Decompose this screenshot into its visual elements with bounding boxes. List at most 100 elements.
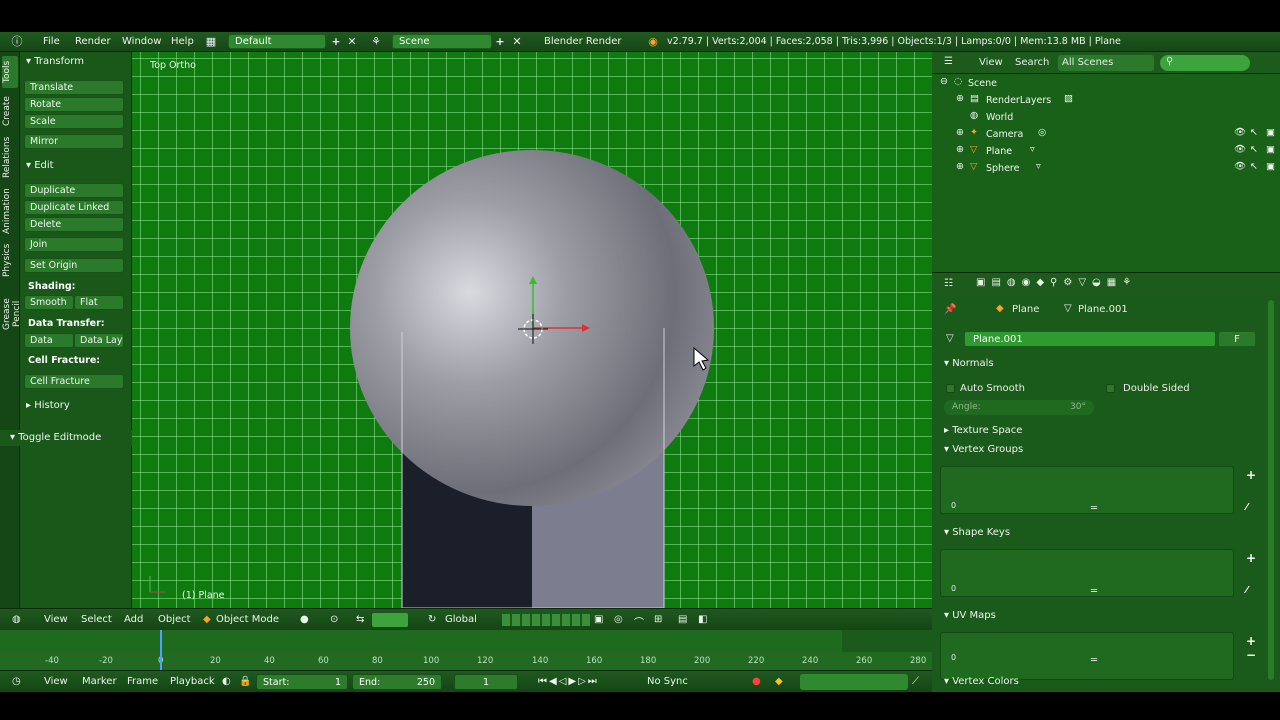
viewport-select-menu[interactable]: Select <box>81 614 112 625</box>
tab-tools[interactable]: Tools <box>2 56 18 88</box>
outliner-search-input[interactable]: ⚲ <box>1160 55 1250 71</box>
uv-maps-list[interactable]: 0 ═ <box>940 632 1234 680</box>
orientation-selector[interactable]: Global <box>445 614 477 625</box>
menu-help[interactable]: Help <box>171 36 194 47</box>
edit-panel-header[interactable]: ▾ Edit <box>26 160 54 171</box>
pin-icon[interactable]: 📌 <box>944 304 956 315</box>
tab-animation[interactable]: Animation <box>2 186 18 236</box>
select-arrow-icon[interactable]: ↖ <box>1250 127 1258 138</box>
expand-icon[interactable]: ⊕ <box>956 144 964 155</box>
toggle-editmode-header[interactable]: ▾ Toggle Editmode <box>10 432 101 443</box>
vertex-groups-list[interactable]: 0 ═ <box>940 466 1234 514</box>
visibility-eye-icon[interactable]: 👁 <box>1234 144 1246 155</box>
timeline-view-menu[interactable]: View <box>44 676 68 687</box>
expand-icon[interactable]: ⊕ <box>956 161 964 172</box>
rotate-button[interactable]: Rotate <box>24 97 124 112</box>
flat-button[interactable]: Flat <box>74 295 124 310</box>
current-frame-field[interactable]: 1 <box>454 674 518 690</box>
outliner-item-camera[interactable]: ⊕ ✦ Camera ◎ 👁 ↖ ▣ <box>932 127 1275 143</box>
outliner-editor-icon[interactable]: ☰ <box>944 56 953 67</box>
rotate-manipulator-icon[interactable]: ↻ <box>428 614 436 625</box>
join-button[interactable]: Join <box>24 237 124 252</box>
shape-keys-panel-header[interactable]: ▾ Shape Keys <box>944 527 1010 538</box>
timeline-marker-menu[interactable]: Marker <box>82 676 117 687</box>
translate-button[interactable]: Translate <box>24 80 124 95</box>
scene-icon[interactable]: ⚘ <box>369 35 383 49</box>
keying-set-icon[interactable]: ◆ <box>775 676 783 687</box>
remove-scene-icon[interactable]: ✕ <box>510 35 524 49</box>
list-resize-handle[interactable]: ═ <box>1091 655 1097 666</box>
start-frame-field[interactable]: Start: 1 <box>256 674 348 690</box>
preview-range-icon[interactable]: ◐ <box>222 676 231 687</box>
outliner-item-plane[interactable]: ⊕ ▽ Plane ▿ 👁 ↖ ▣ <box>932 144 1275 160</box>
duplicate-button[interactable]: Duplicate <box>24 183 124 198</box>
keying-set-selector[interactable] <box>800 674 908 690</box>
visibility-eye-icon[interactable]: 👁 <box>1234 127 1246 138</box>
transform-panel-header[interactable]: ▾ Transform <box>26 56 84 67</box>
select-arrow-icon[interactable]: ↖ <box>1250 144 1258 155</box>
manipulator-buttons[interactable] <box>372 613 408 627</box>
expand-icon[interactable]: ⊕ <box>956 127 964 138</box>
manipulator-toggle-icon[interactable]: ⇆ <box>356 614 364 625</box>
timeline-frame-menu[interactable]: Frame <box>127 676 158 687</box>
timeline-playback-menu[interactable]: Playback <box>170 676 215 687</box>
insert-keyframe-icon[interactable]: ⟋ <box>912 676 919 687</box>
cell-fracture-button[interactable]: Cell Fracture <box>24 374 124 389</box>
auto-smooth-checkbox[interactable] <box>946 384 955 393</box>
menu-window[interactable]: Window <box>122 36 161 47</box>
collapse-icon[interactable]: ⊖ <box>940 76 948 87</box>
shading-mode-icon[interactable]: ● <box>300 614 309 625</box>
vertex-colors-panel-header[interactable]: ▾ Vertex Colors <box>944 676 1019 687</box>
uv-maps-panel-header[interactable]: ▾ UV Maps <box>944 610 996 621</box>
list-resize-handle[interactable]: ═ <box>1091 503 1097 514</box>
menu-render[interactable]: Render <box>75 36 111 47</box>
add-shape-key-icon[interactable]: + <box>1246 551 1256 565</box>
opengl-render-icon[interactable]: ▤ <box>678 614 687 625</box>
display-mode-selector[interactable]: All Scenes <box>1058 55 1154 71</box>
tab-create[interactable]: Create <box>2 94 18 128</box>
data-transfer-button[interactable]: Data <box>24 333 74 348</box>
mode-selector[interactable]: Object Mode <box>216 614 279 625</box>
proportional-edit-icon[interactable]: ◎ <box>614 614 623 625</box>
remove-uv-map-icon[interactable]: − <box>1246 648 1256 662</box>
layer-buttons[interactable] <box>502 614 590 626</box>
render-toggle-icon[interactable]: ▣ <box>1266 161 1275 172</box>
add-vertex-group-icon[interactable]: + <box>1246 468 1256 482</box>
shape-key-specials-icon[interactable]: ⁄ <box>1246 585 1248 596</box>
smooth-button[interactable]: Smooth <box>24 295 74 310</box>
mirror-button[interactable]: Mirror <box>24 134 124 149</box>
expand-icon[interactable]: ⊕ <box>956 93 964 104</box>
screen-layout-icon[interactable]: ▦ <box>204 35 218 49</box>
add-layout-icon[interactable]: + <box>329 35 343 49</box>
timeline-area[interactable]: -40 -20 0 20 40 60 80 100 120 140 160 18… <box>0 630 932 670</box>
auto-keyframe-icon[interactable]: ● <box>752 676 761 687</box>
menu-file[interactable]: File <box>43 36 60 47</box>
outliner-item-renderlayers[interactable]: ⊕ ▤ RenderLayers ▧ <box>932 93 1272 109</box>
lock-icon[interactable]: 🔒 <box>239 676 251 687</box>
visibility-eye-icon[interactable]: 👁 <box>1234 161 1246 172</box>
outliner-search-menu[interactable]: Search <box>1015 57 1049 68</box>
outliner-view-menu[interactable]: View <box>979 57 1003 68</box>
vertex-groups-panel-header[interactable]: ▾ Vertex Groups <box>944 444 1023 455</box>
viewport-view-menu[interactable]: View <box>44 614 68 625</box>
tab-relations[interactable]: Relations <box>2 134 18 180</box>
render-engine-selector[interactable]: Blender Render <box>544 36 622 47</box>
3d-viewport[interactable]: Top Ortho (1) Plane <box>132 52 932 608</box>
scale-button[interactable]: Scale <box>24 114 124 129</box>
remove-layout-icon[interactable]: ✕ <box>345 35 359 49</box>
list-resize-handle[interactable]: ═ <box>1091 586 1097 597</box>
lock-layers-icon[interactable]: ▣ <box>594 614 603 625</box>
snap-icon[interactable]: ⌒ <box>634 614 644 629</box>
duplicate-linked-button[interactable]: Duplicate Linked <box>24 200 124 215</box>
double-sided-checkbox[interactable] <box>1106 384 1115 393</box>
fake-user-button[interactable]: F <box>1218 331 1256 347</box>
add-scene-icon[interactable]: + <box>493 35 507 49</box>
texture-space-panel-header[interactable]: ▸ Texture Space <box>944 425 1022 436</box>
delete-button[interactable]: Delete <box>24 217 124 232</box>
info-editor-icon[interactable]: ⓘ <box>10 35 24 49</box>
current-frame-indicator[interactable] <box>160 630 162 670</box>
layout-selector[interactable]: Default <box>228 34 326 49</box>
mesh-context-label[interactable]: Plane.001 <box>1078 304 1128 315</box>
end-frame-field[interactable]: End: 250 <box>352 674 442 690</box>
outliner-item-sphere[interactable]: ⊕ ▽ Sphere ▿ 👁 ↖ ▣ <box>932 161 1275 177</box>
